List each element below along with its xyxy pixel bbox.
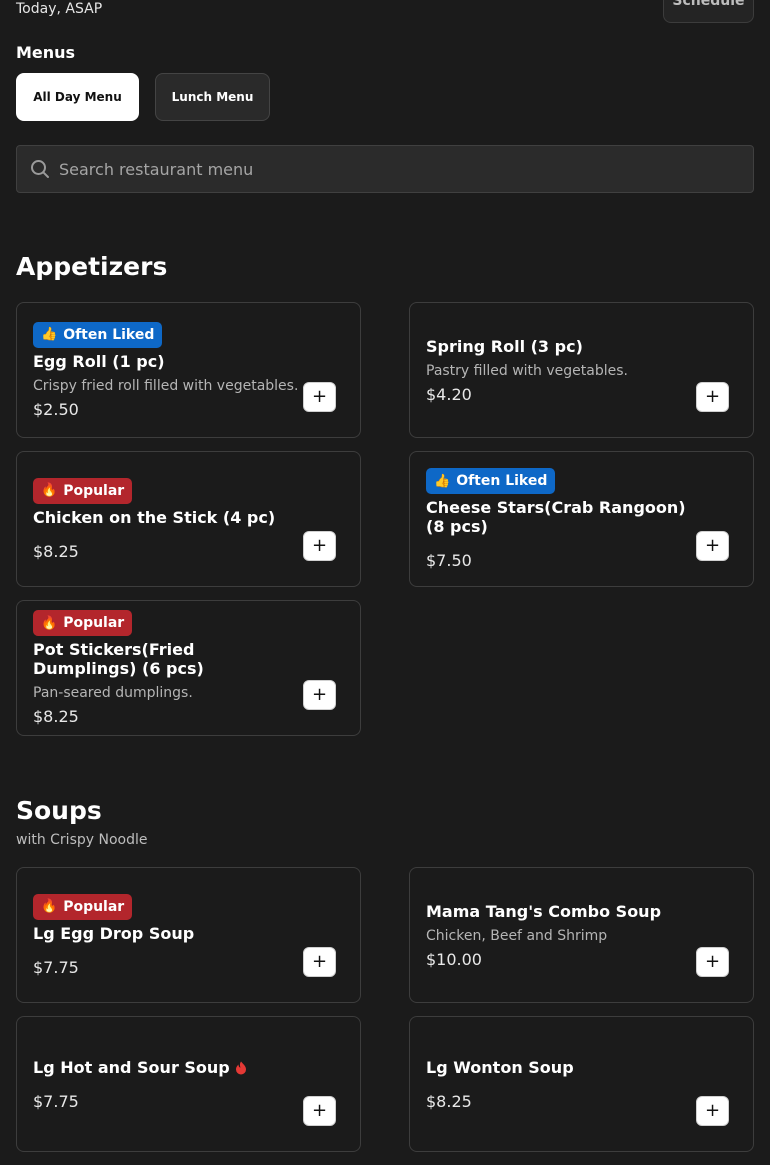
item-price: $8.25	[33, 707, 79, 726]
item-price: $10.00	[426, 949, 482, 969]
often-liked-badge: 👍 Often Liked	[426, 468, 556, 494]
menu-item-content: Mama Tang's Combo Soup Chicken, Beef and …	[426, 868, 695, 1002]
menu-item-card[interactable]: Spring Roll (3 pc) Pastry filled with veg…	[409, 302, 754, 438]
item-name: Lg Hot and Sour Soup	[33, 1058, 302, 1077]
item-name-text: Cheese Stars(Crab Rangoon) (8 pcs)	[426, 498, 686, 536]
menu-item-content: 👍 Often Liked Egg Roll (1 pc) Crispy fried …	[33, 303, 302, 437]
item-name: Spring Roll (3 pc)	[426, 337, 695, 356]
fire-icon: 🔥	[41, 615, 58, 631]
add-to-cart-button[interactable]: +	[303, 1096, 336, 1126]
plus-icon: +	[704, 386, 721, 407]
item-description: Crispy fried roll filled with vegetables…	[33, 377, 299, 394]
menu-item-content: Spring Roll (3 pc) Pastry filled with veg…	[426, 303, 695, 437]
badge-label: Often Liked	[456, 473, 548, 489]
item-name-text: Mama Tang's Combo Soup	[426, 901, 662, 921]
menu-item-content: 🔥 Popular Pot Stickers(Fried Dumplings) (6…	[33, 601, 302, 735]
plus-icon: +	[311, 1100, 328, 1121]
menu-item-content: Lg Wonton Soup $8.25	[426, 1017, 695, 1151]
item-description: Chicken, Beef and Shrimp	[426, 927, 608, 944]
menu-item-content: 🔥 Popular Chicken on the Stick (4 pc) $8.25	[33, 452, 302, 586]
item-name-text: Egg Roll (1 pc)	[33, 351, 165, 371]
item-name-text: Lg Wonton Soup	[426, 1057, 574, 1077]
item-price: $8.25	[33, 541, 79, 561]
add-to-cart-button[interactable]: +	[303, 947, 336, 977]
popular-badge: 🔥 Popular	[33, 610, 133, 636]
item-name: Pot Stickers(Fried Dumplings) (6 pcs)	[33, 640, 302, 678]
section-title: Soups	[16, 796, 102, 825]
item-price: $2.50	[33, 399, 79, 419]
menu-item-card[interactable]: Lg Wonton Soup $8.25 +	[409, 1016, 754, 1152]
badge-label: Popular	[63, 898, 125, 915]
plus-icon: +	[704, 535, 721, 556]
search-bar[interactable]	[16, 145, 754, 193]
item-price: $4.20	[426, 384, 472, 404]
item-name: Chicken on the Stick (4 pc)	[33, 508, 302, 527]
menu-item-card[interactable]: 🔥 Popular Chicken on the Stick (4 pc) $8.25…	[16, 451, 361, 587]
menu-item-card[interactable]: Lg Hot and Sour Soup $7.75 +	[16, 1016, 361, 1152]
item-name-text: Lg Egg Drop Soup	[33, 923, 195, 943]
add-to-cart-button[interactable]: +	[303, 382, 336, 412]
section-subtitle: with Crispy Noodle	[16, 832, 148, 848]
plus-icon: +	[311, 535, 328, 556]
item-name: Mama Tang's Combo Soup	[426, 902, 695, 921]
add-to-cart-button[interactable]: +	[303, 531, 336, 561]
add-to-cart-button[interactable]: +	[696, 382, 729, 412]
item-name-text: Lg Hot and Sour Soup	[33, 1057, 230, 1077]
menu-item-card[interactable]: Mama Tang's Combo Soup Chicken, Beef and …	[409, 867, 754, 1003]
popular-badge: 🔥 Popular	[33, 893, 133, 920]
item-description: Pastry filled with vegetables.	[426, 362, 628, 379]
badge-label: Often Liked	[63, 326, 155, 343]
menu-item-content: 🔥 Popular Lg Egg Drop Soup $7.75	[33, 868, 302, 1002]
item-name: Lg Wonton Soup	[426, 1058, 695, 1077]
item-description: Pan-seared dumplings.	[33, 685, 193, 701]
item-name: Lg Egg Drop Soup	[33, 924, 302, 943]
item-name-text: Pot Stickers(Fried Dumplings) (6 pcs)	[33, 640, 204, 678]
item-price: $7.75	[33, 1091, 79, 1111]
popular-badge: 🔥 Popular	[33, 477, 133, 504]
plus-icon: +	[704, 1100, 721, 1121]
delivery-time: Today, ASAP	[16, 1, 103, 17]
menu-item-card[interactable]: 🔥 Popular Lg Egg Drop Soup $7.75 +	[16, 867, 361, 1003]
item-price: $7.50	[426, 551, 472, 570]
add-to-cart-button[interactable]: +	[696, 947, 729, 977]
menus-label: Menus	[16, 43, 76, 62]
menu-item-card[interactable]: 👍 Often Liked Cheese Stars(Crab Rangoon) (…	[409, 451, 754, 587]
item-name-text: Chicken on the Stick (4 pc)	[33, 507, 276, 527]
menu-item-card[interactable]: 👍 Often Liked Egg Roll (1 pc) Crispy fried …	[16, 302, 361, 438]
add-to-cart-button[interactable]: +	[696, 531, 729, 561]
tab-all-day-menu[interactable]: All Day Menu	[16, 73, 139, 121]
thumbs-up-icon: 👍	[41, 327, 58, 342]
tab-lunch-menu[interactable]: Lunch Menu	[155, 73, 270, 121]
item-name: Cheese Stars(Crab Rangoon) (8 pcs)	[426, 498, 695, 536]
thumbs-up-icon: 👍	[434, 473, 451, 489]
search-icon	[31, 160, 49, 178]
plus-icon: +	[311, 386, 328, 407]
plus-icon: +	[311, 684, 328, 705]
plus-icon: +	[311, 951, 328, 972]
search-input[interactable]	[59, 159, 753, 179]
spicy-icon	[235, 1061, 246, 1075]
often-liked-badge: 👍 Often Liked	[33, 321, 163, 348]
plus-icon: +	[704, 951, 721, 972]
badge-label: Popular	[63, 482, 125, 499]
item-name: Egg Roll (1 pc)	[33, 352, 302, 371]
add-to-cart-button[interactable]: +	[303, 680, 336, 710]
item-price: $8.25	[426, 1091, 472, 1111]
schedule-button[interactable]: Schedule	[663, 0, 754, 23]
section-title: Appetizers	[16, 252, 168, 281]
menu-item-card[interactable]: 🔥 Popular Pot Stickers(Fried Dumplings) (6…	[16, 600, 361, 736]
menu-item-content: 👍 Often Liked Cheese Stars(Crab Rangoon) (…	[426, 452, 695, 586]
item-name-text: Spring Roll (3 pc)	[426, 336, 583, 356]
add-to-cart-button[interactable]: +	[696, 1096, 729, 1126]
badge-label: Popular	[63, 615, 125, 631]
item-price: $7.75	[33, 957, 79, 977]
menu-item-content: Lg Hot and Sour Soup $7.75	[33, 1017, 302, 1151]
fire-icon: 🔥	[41, 899, 58, 914]
fire-icon: 🔥	[41, 483, 58, 498]
